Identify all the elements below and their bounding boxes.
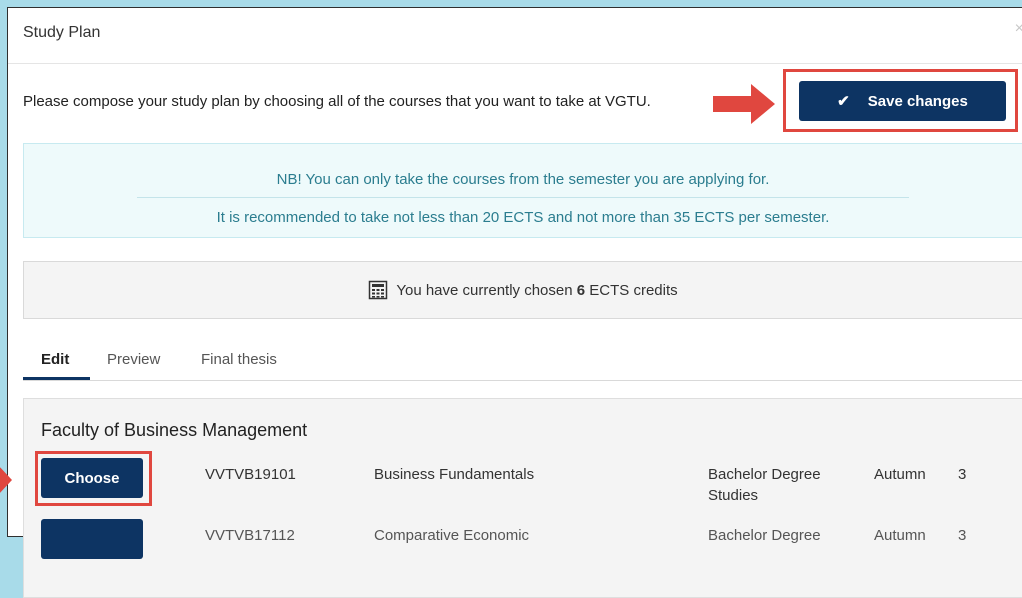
save-changes-button[interactable]: ✔ Save changes: [799, 81, 1006, 121]
arrow-right-icon: [713, 84, 775, 124]
tab-edit[interactable]: Edit: [41, 351, 69, 368]
choose-button[interactable]: Choose: [41, 458, 143, 498]
course-code: VVTVB19101: [205, 466, 296, 483]
tab-preview[interactable]: Preview: [107, 351, 160, 368]
course-level: Bachelor Degree: [708, 527, 821, 544]
notice-line-semester: NB! You can only take the courses from t…: [276, 171, 770, 188]
active-tab-indicator: [23, 377, 90, 380]
credits-summary: You have currently chosen 6 ECTS credits: [23, 261, 1022, 319]
notice-divider: [137, 197, 909, 198]
faculty-panel: Faculty of Business Management Choose VV…: [23, 398, 1022, 598]
credits-value: 6: [576, 281, 586, 299]
faculty-title: Faculty of Business Management: [41, 420, 308, 440]
modal-title: Study Plan: [23, 24, 101, 41]
calculator-icon: [369, 280, 388, 300]
arrow-pointer-icon: [0, 467, 12, 493]
study-plan-modal: Study Plan × Please compose your study p…: [7, 7, 1022, 598]
notice-box: NB! You can only take the courses from t…: [23, 143, 1022, 238]
course-name: Comparative Economic: [374, 527, 530, 544]
notice-line-ects: It is recommended to take not less than …: [216, 209, 830, 226]
intro-text: Please compose your study plan by choosi…: [23, 93, 651, 110]
check-icon: ✔: [837, 93, 850, 110]
course-semester: Autumn: [874, 527, 926, 544]
course-semester: Autumn: [874, 466, 926, 483]
tab-final-thesis[interactable]: Final thesis: [201, 351, 277, 368]
credits-prefix: You have currently chosen: [396, 281, 577, 299]
save-changes-label: Save changes: [867, 92, 968, 110]
credits-suffix: ECTS credits: [585, 281, 678, 299]
close-icon[interactable]: ×: [1015, 20, 1022, 38]
course-level: Bachelor Degree Studies: [708, 466, 821, 504]
course-credits: 3: [958, 527, 967, 544]
course-credits: 3: [958, 466, 967, 483]
course-code: VVTVB17112: [205, 527, 295, 544]
modal-header: Study Plan ×: [8, 8, 1022, 64]
course-name: Business Fundamentals: [374, 466, 535, 483]
choose-button[interactable]: [41, 519, 143, 559]
tab-bar: Edit Preview Final thesis: [23, 344, 1022, 381]
